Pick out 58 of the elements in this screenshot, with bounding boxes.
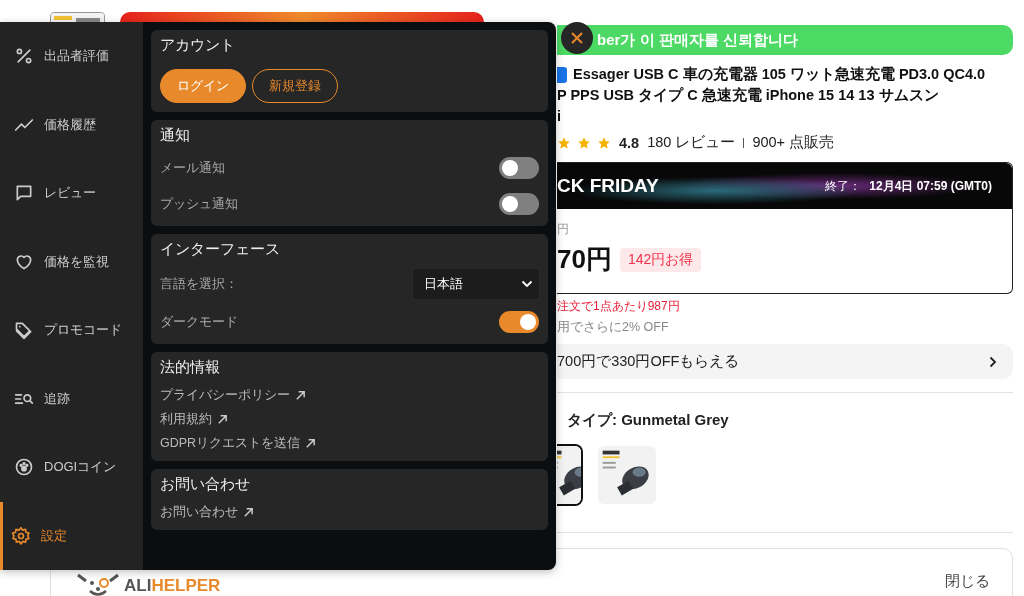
external-link-icon (295, 390, 306, 401)
product-title: Essager USB C 車の充電器 105 ワット急速充電 PD3.0 QC4.0 (573, 65, 986, 84)
close-icon (570, 31, 584, 45)
review-count: 180 レビュー (647, 133, 736, 152)
product-title: P PPS USB タイプ C 急速充電 iPhone 15 14 13 サムスン (557, 86, 939, 105)
section-title: お問い合わせ (160, 475, 251, 494)
toggle-switch[interactable] (499, 193, 539, 215)
sidebar-item[interactable]: プロモコード (0, 296, 143, 365)
sidebar-item[interactable]: DOGIコイン (0, 433, 143, 502)
variant-label: タイプ: Gunmetal Grey (566, 411, 730, 430)
section-title: インターフェース (160, 240, 281, 259)
toggle-switch[interactable] (499, 311, 539, 333)
setting-label: メール通知 (160, 159, 225, 177)
setting-label: 言語を選択： (160, 275, 238, 293)
logo: ALIHELPER (124, 576, 221, 596)
discount-note: 用でさらに2% OFF (557, 319, 670, 336)
rating-value: 4.8 (619, 134, 640, 151)
external-link-icon (217, 414, 228, 425)
tag-icon (14, 320, 34, 341)
trust-banner: ber가 이 판매자를 신뢰합니다 (557, 25, 1013, 55)
chevron-down-icon (521, 280, 533, 288)
store-icon (557, 66, 567, 83)
section-title: アカウント (160, 36, 236, 55)
section-title: 法的情報 (160, 358, 221, 377)
toggle-switch[interactable] (499, 157, 539, 179)
chat-icon (14, 183, 34, 204)
sidebar-item[interactable]: 価格履歴 (0, 90, 143, 159)
end-time: 12月4日 07:59 (GMT0) (869, 177, 992, 195)
external-link-icon (305, 438, 317, 449)
sold-count: 900+ 点販売 (752, 133, 835, 152)
saving-tag: 142円お得 (619, 247, 702, 272)
section-title: 通知 (160, 126, 191, 145)
price: 70円 (557, 243, 612, 276)
language-select[interactable]: 日本語 (413, 269, 539, 299)
external-link-icon (243, 507, 254, 518)
sale-name: CK FRIDAY (557, 175, 659, 197)
setting-label: ダークモード (160, 313, 238, 331)
old-price: 円 (557, 221, 570, 238)
chevron-right-icon (989, 355, 997, 368)
coupon-row[interactable]: 700円で330円OFFもらえる (557, 344, 1013, 379)
external-link[interactable]: お問い合わせ (160, 504, 254, 521)
close-button[interactable] (561, 22, 593, 54)
setting-label: プッシュ通知 (160, 195, 238, 213)
paw-coin-icon (14, 457, 34, 478)
settings-icon (11, 525, 31, 546)
bulk-note: 注文で1点あたり987円 (557, 298, 681, 315)
end-label: 終了： (825, 177, 862, 195)
external-link[interactable]: プライバシーポリシー (160, 387, 306, 404)
external-link[interactable]: 利用規約 (160, 411, 228, 428)
sidebar-item[interactable]: 追跡 (0, 364, 143, 433)
sidebar-item[interactable]: 出品者評価 (0, 22, 143, 91)
external-link[interactable]: GDPRリクエストを送信 (160, 435, 317, 452)
sidebar-item[interactable]: 設定 (0, 501, 143, 570)
dog-icon (76, 573, 120, 596)
sidebar-item[interactable]: 価格を監視 (0, 227, 143, 296)
sidebar-item[interactable]: レビュー (0, 159, 143, 228)
close-button[interactable]: 閉じる (945, 572, 990, 591)
product-title: i (557, 107, 562, 126)
